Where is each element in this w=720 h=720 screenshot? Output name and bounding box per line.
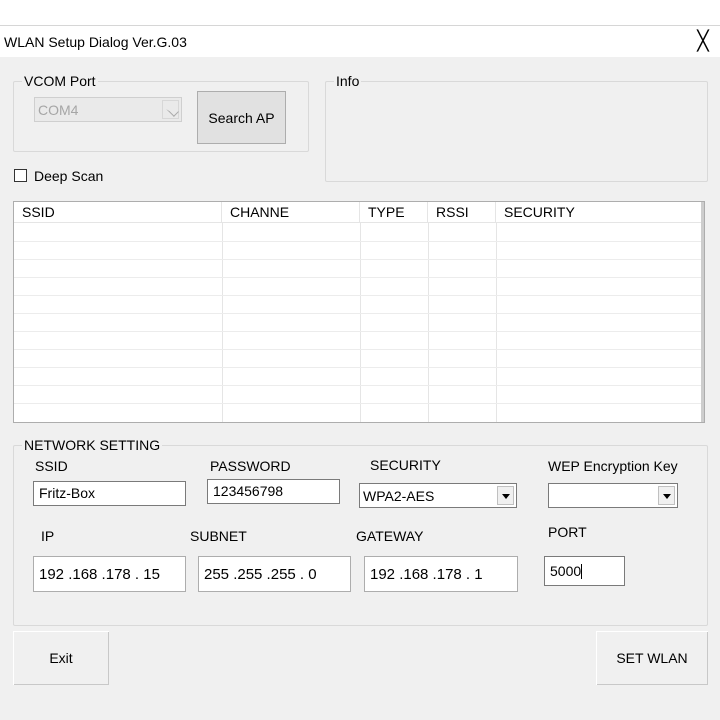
close-icon[interactable]: ╳ [686, 27, 720, 57]
vertical-scrollbar[interactable] [701, 202, 704, 422]
row-divider [14, 259, 702, 260]
column-divider [428, 223, 429, 422]
security-value: WPA2-AES [363, 488, 435, 504]
row-divider [14, 331, 702, 332]
gateway-field[interactable]: 192 .168 .178 . 1 [364, 556, 518, 592]
deep-scan-checkbox[interactable] [14, 169, 27, 182]
column-divider [360, 223, 361, 422]
column-divider [496, 223, 497, 422]
search-ap-button[interactable]: Search AP [197, 91, 286, 144]
column-divider [222, 223, 223, 422]
row-divider [14, 385, 702, 386]
password-label: PASSWORD [210, 458, 291, 474]
row-divider [14, 403, 702, 404]
security-select[interactable]: WPA2-AES [359, 483, 517, 508]
com-port-select[interactable]: COM4 [34, 97, 182, 122]
ap-list-header: SSID CHANNE TYPE RSSI SECURITY [14, 202, 702, 223]
subnet-field[interactable]: 255 .255 .255 . 0 [198, 556, 351, 592]
ap-list-table[interactable]: SSID CHANNE TYPE RSSI SECURITY [13, 201, 705, 423]
info-label: Info [334, 73, 362, 89]
column-header-channel[interactable]: CHANNE [222, 202, 360, 223]
set-wlan-button[interactable]: SET WLAN [596, 631, 708, 685]
chevron-down-icon [497, 486, 514, 505]
row-divider [14, 349, 702, 350]
row-divider [14, 277, 702, 278]
vcom-port-label: VCOM Port [22, 73, 98, 89]
network-setting-label: NETWORK SETTING [22, 437, 163, 453]
deep-scan-label: Deep Scan [34, 168, 104, 184]
ssid-field[interactable]: Fritz-Box [33, 481, 186, 506]
column-header-security[interactable]: SECURITY [496, 202, 702, 223]
ssid-label: SSID [35, 458, 68, 474]
row-divider [14, 295, 702, 296]
subnet-label: SUBNET [190, 528, 247, 544]
title-bar[interactable]: WLAN Setup Dialog Ver.G.03 ╳ [0, 27, 720, 57]
com-port-value: COM4 [38, 102, 79, 118]
chevron-down-icon [162, 100, 179, 119]
chevron-down-icon [658, 486, 675, 505]
top-blank-strip [0, 0, 720, 26]
port-value: 5000 [550, 563, 582, 579]
port-field[interactable]: 5000 [544, 556, 625, 586]
column-header-ssid[interactable]: SSID [14, 202, 222, 223]
port-label: PORT [548, 524, 587, 540]
window-title: WLAN Setup Dialog Ver.G.03 [4, 34, 187, 50]
wep-key-select[interactable] [548, 483, 678, 508]
row-divider [14, 313, 702, 314]
ip-label: IP [41, 528, 55, 544]
security-label: SECURITY [370, 457, 441, 473]
column-header-rssi[interactable]: RSSI [428, 202, 496, 223]
info-group: Info [325, 73, 708, 182]
text-caret [581, 564, 583, 579]
exit-button[interactable]: Exit [13, 631, 109, 685]
wep-key-label: WEP Encryption Key [548, 458, 678, 474]
row-divider [14, 241, 702, 242]
row-divider [14, 367, 702, 368]
password-field[interactable]: 123456798 [207, 479, 340, 504]
gateway-label: GATEWAY [356, 528, 424, 544]
ip-address-field[interactable]: 192 .168 .178 . 15 [33, 556, 186, 592]
dialog-body: VCOM Port COM4 Search AP Info Deep Scan … [0, 57, 720, 720]
column-header-type[interactable]: TYPE [360, 202, 428, 223]
